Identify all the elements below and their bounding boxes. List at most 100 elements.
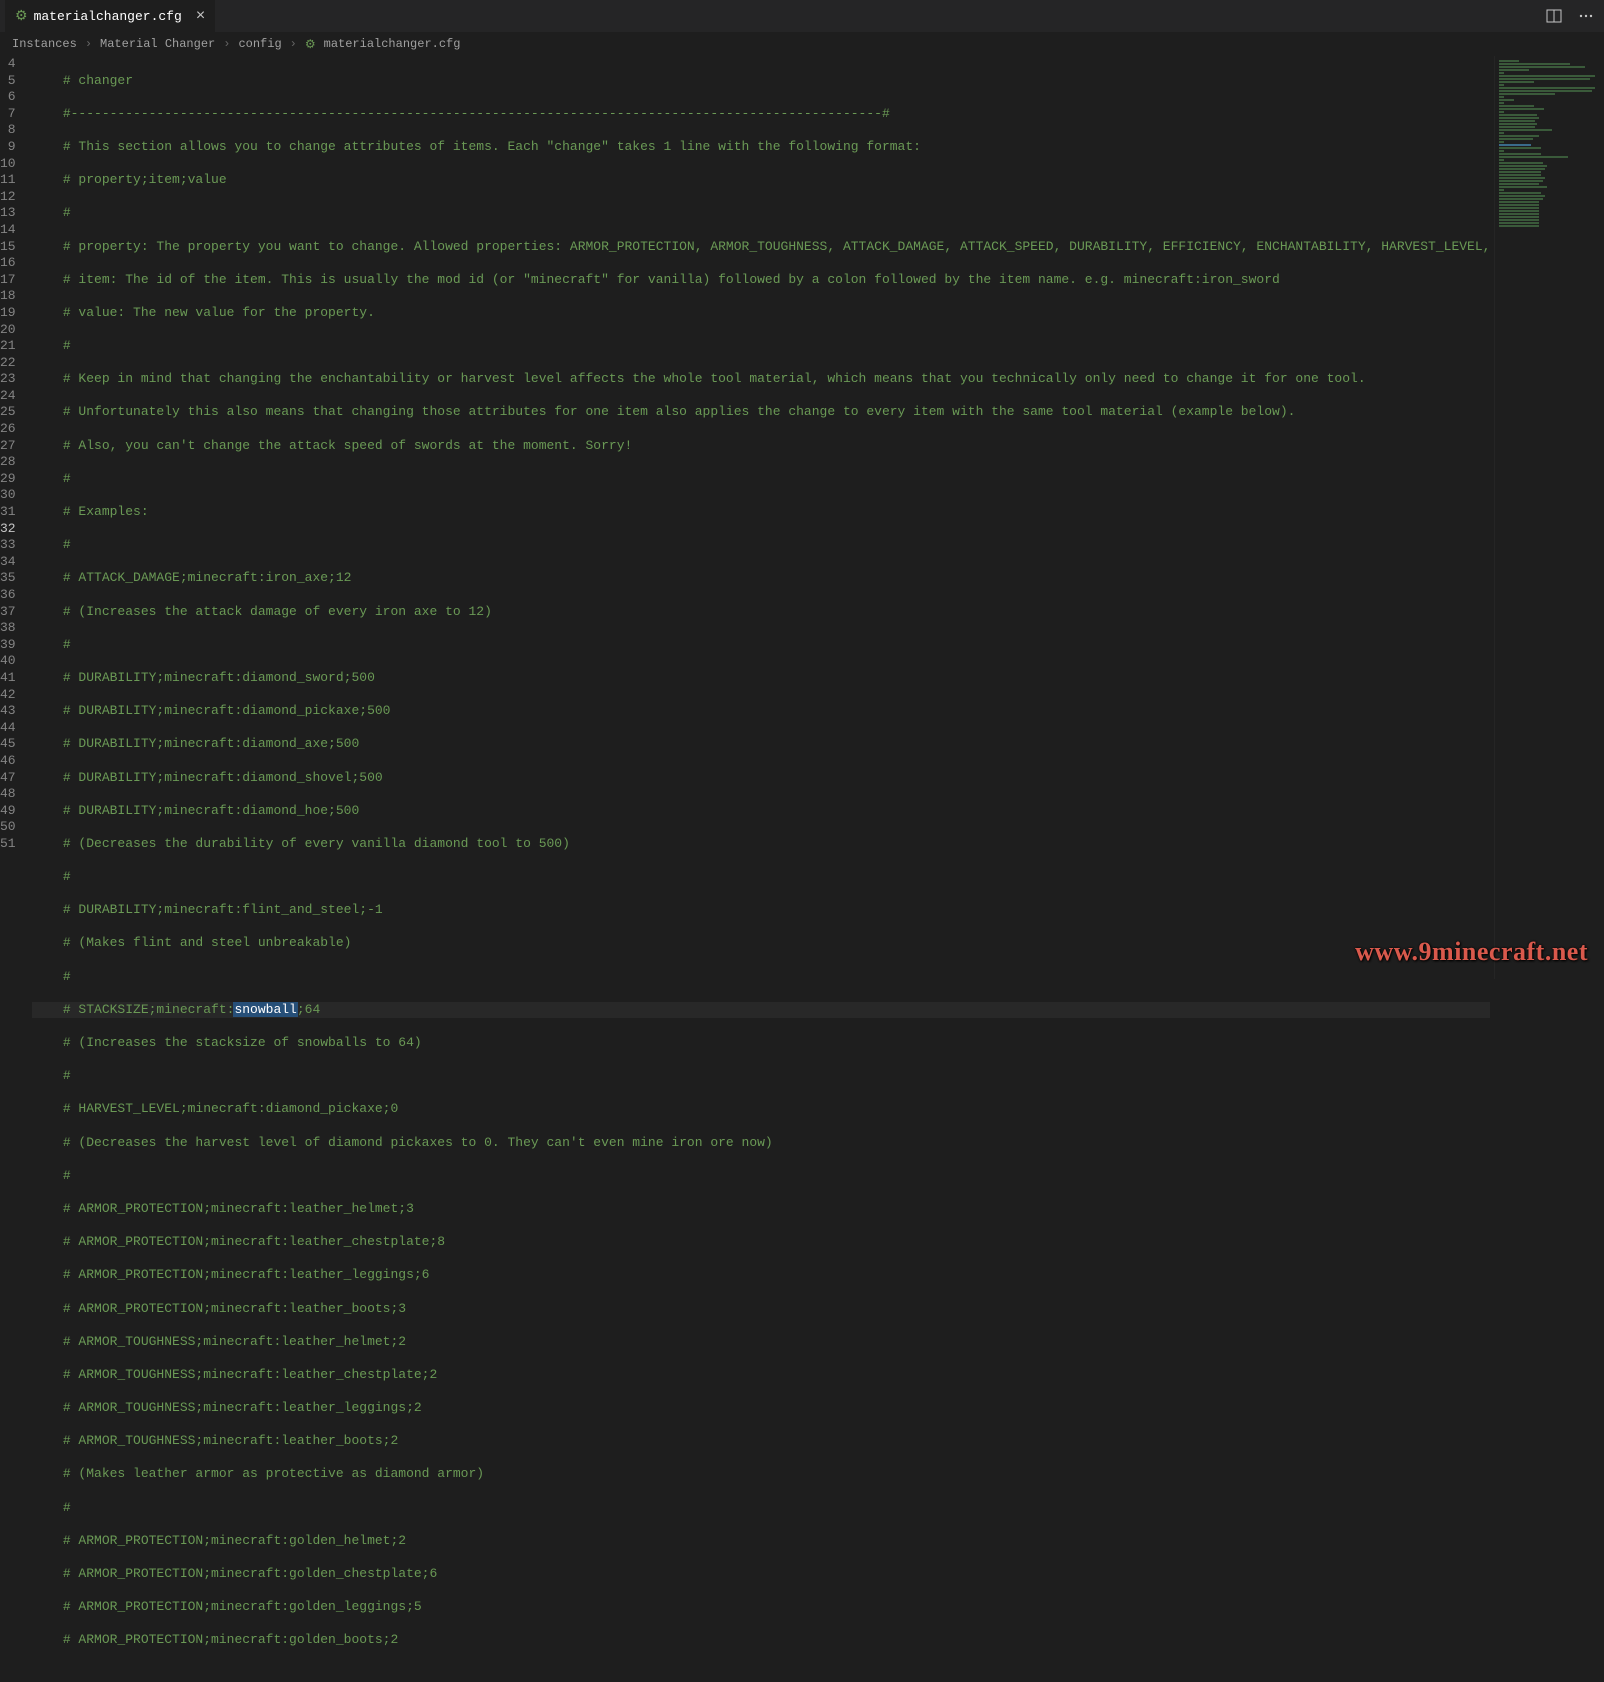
minimap[interactable] bbox=[1494, 56, 1604, 979]
code-line: # ARMOR_TOUGHNESS;minecraft:leather_boot… bbox=[32, 1433, 1491, 1450]
line-number: 28 bbox=[0, 454, 16, 471]
code-line: # DURABILITY;minecraft:diamond_hoe;500 bbox=[32, 803, 1491, 820]
code-line: # item: The id of the item. This is usua… bbox=[32, 272, 1491, 289]
line-number: 37 bbox=[0, 604, 16, 621]
line-number: 24 bbox=[0, 388, 16, 405]
code-line: # property;item;value bbox=[32, 172, 1491, 189]
line-number: 40 bbox=[0, 653, 16, 670]
line-number: 41 bbox=[0, 670, 16, 687]
line-number: 18 bbox=[0, 288, 16, 305]
code-line: # ATTACK_DAMAGE;minecraft:iron_axe;12 bbox=[32, 570, 1491, 587]
line-number: 11 bbox=[0, 172, 16, 189]
code-line: # ARMOR_TOUGHNESS;minecraft:leather_helm… bbox=[32, 1334, 1491, 1351]
line-number: 15 bbox=[0, 239, 16, 256]
code-line: # bbox=[32, 205, 1491, 222]
line-number: 12 bbox=[0, 189, 16, 206]
line-number: 5 bbox=[0, 73, 16, 90]
code-line: # (Decreases the durability of every van… bbox=[32, 836, 1491, 853]
code-area[interactable]: # changer #-----------------------------… bbox=[32, 56, 1604, 979]
breadcrumb: Instances › Material Changer › config › … bbox=[0, 32, 1604, 56]
editor[interactable]: 4 5 6 7 8 9 10 11 12 13 14 15 16 17 18 1… bbox=[0, 56, 1604, 979]
code-line: # bbox=[32, 471, 1491, 488]
line-number: 29 bbox=[0, 471, 16, 488]
line-number: 38 bbox=[0, 620, 16, 637]
line-number: 45 bbox=[0, 736, 16, 753]
line-number: 34 bbox=[0, 554, 16, 571]
breadcrumb-item[interactable]: Instances bbox=[12, 37, 77, 51]
line-numbers: 4 5 6 7 8 9 10 11 12 13 14 15 16 17 18 1… bbox=[0, 56, 32, 979]
code-line: # bbox=[32, 869, 1491, 886]
line-number: 9 bbox=[0, 139, 16, 156]
code-line: # (Makes leather armor as protective as … bbox=[32, 1466, 1491, 1483]
code-line: # bbox=[32, 1500, 1491, 1517]
line-number: 21 bbox=[0, 338, 16, 355]
split-editor-icon[interactable] bbox=[1544, 6, 1564, 26]
line-number: 20 bbox=[0, 322, 16, 339]
code-line: # Examples: bbox=[32, 504, 1491, 521]
line-number: 16 bbox=[0, 255, 16, 272]
tab-materialchanger[interactable]: ⚙ materialchanger.cfg × bbox=[5, 0, 215, 32]
line-number: 26 bbox=[0, 421, 16, 438]
code-line: # ARMOR_PROTECTION;minecraft:leather_leg… bbox=[32, 1267, 1491, 1284]
gear-icon: ⚙ bbox=[15, 8, 28, 25]
code-line: # bbox=[32, 637, 1491, 654]
code-line: # bbox=[32, 1168, 1491, 1185]
code-line: # ARMOR_PROTECTION;minecraft:golden_boot… bbox=[32, 1632, 1491, 1649]
line-number: 23 bbox=[0, 371, 16, 388]
code-line: # property: The property you want to cha… bbox=[32, 239, 1491, 256]
line-number: 27 bbox=[0, 438, 16, 455]
line-number: 10 bbox=[0, 156, 16, 173]
line-number: 17 bbox=[0, 272, 16, 289]
code-line: # bbox=[32, 1068, 1491, 1085]
code-line: # ARMOR_PROTECTION;minecraft:leather_boo… bbox=[32, 1301, 1491, 1318]
code-line: # (Decreases the harvest level of diamon… bbox=[32, 1135, 1491, 1152]
title-actions bbox=[1544, 6, 1596, 26]
code-line: # changer bbox=[32, 73, 1491, 90]
tab-bar: ⚙ materialchanger.cfg × bbox=[0, 0, 1604, 32]
watermark: www.9minecraft.net bbox=[1355, 937, 1588, 967]
line-number: 30 bbox=[0, 487, 16, 504]
chevron-right-icon: › bbox=[223, 37, 230, 51]
code-line: # (Makes flint and steel unbreakable) bbox=[32, 935, 1491, 952]
line-number: 44 bbox=[0, 720, 16, 737]
code-line: # ARMOR_TOUGHNESS;minecraft:leather_legg… bbox=[32, 1400, 1491, 1417]
selection: snowball bbox=[233, 1002, 297, 1017]
code-line: # ARMOR_PROTECTION;minecraft:leather_che… bbox=[32, 1234, 1491, 1251]
breadcrumb-item[interactable]: Material Changer bbox=[100, 37, 215, 51]
code-line: # ARMOR_TOUGHNESS;minecraft:leather_ches… bbox=[32, 1367, 1491, 1384]
line-number: 51 bbox=[0, 836, 16, 853]
close-icon[interactable]: × bbox=[196, 7, 206, 25]
code-line: # HARVEST_LEVEL;minecraft:diamond_pickax… bbox=[32, 1101, 1491, 1118]
code-line: # ARMOR_PROTECTION;minecraft:golden_helm… bbox=[32, 1533, 1491, 1550]
code-line: # ARMOR_PROTECTION;minecraft:leather_hel… bbox=[32, 1201, 1491, 1218]
code-line: # DURABILITY;minecraft:diamond_sword;500 bbox=[32, 670, 1491, 687]
code-line: # bbox=[32, 537, 1491, 554]
line-number: 49 bbox=[0, 803, 16, 820]
line-number: 13 bbox=[0, 205, 16, 222]
code-line: # DURABILITY;minecraft:diamond_pickaxe;5… bbox=[32, 703, 1491, 720]
code-line: # Also, you can't change the attack spee… bbox=[32, 438, 1491, 455]
chevron-right-icon: › bbox=[290, 37, 297, 51]
breadcrumb-item[interactable]: config bbox=[238, 37, 281, 51]
code-line: # ARMOR_PROTECTION;minecraft:golden_legg… bbox=[32, 1599, 1491, 1616]
line-number: 35 bbox=[0, 570, 16, 587]
line-number: 25 bbox=[0, 404, 16, 421]
code-line: # bbox=[32, 338, 1491, 355]
line-number: 50 bbox=[0, 819, 16, 836]
breadcrumb-item[interactable]: materialchanger.cfg bbox=[324, 37, 461, 51]
line-number: 32 bbox=[0, 521, 16, 538]
line-number: 19 bbox=[0, 305, 16, 322]
line-number: 46 bbox=[0, 753, 16, 770]
line-number: 22 bbox=[0, 355, 16, 372]
more-icon[interactable] bbox=[1576, 6, 1596, 26]
code-line: # DURABILITY;minecraft:flint_and_steel;-… bbox=[32, 902, 1491, 919]
tab-label: materialchanger.cfg bbox=[34, 9, 182, 24]
code-line: # DURABILITY;minecraft:diamond_axe;500 bbox=[32, 736, 1491, 753]
code-line: # (Increases the stacksize of snowballs … bbox=[32, 1035, 1491, 1052]
line-number: 36 bbox=[0, 587, 16, 604]
code-line: # STACKSIZE;minecraft:snowball;64 bbox=[32, 1002, 1491, 1019]
line-number: 47 bbox=[0, 770, 16, 787]
chevron-right-icon: › bbox=[85, 37, 92, 51]
line-number: 43 bbox=[0, 703, 16, 720]
code-line: # ARMOR_PROTECTION;minecraft:golden_ches… bbox=[32, 1566, 1491, 1583]
